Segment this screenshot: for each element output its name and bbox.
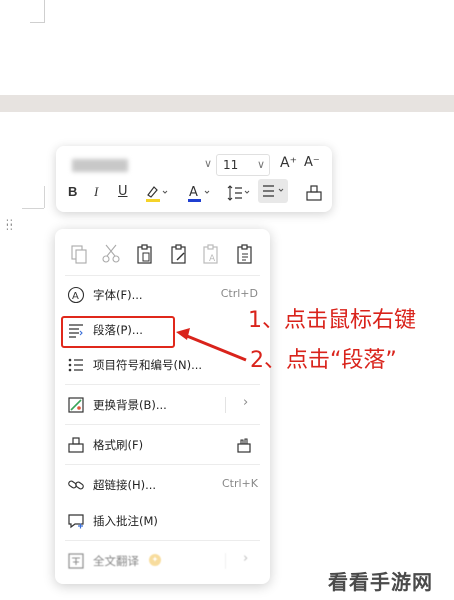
- chevron-right-icon[interactable]: ›: [243, 551, 248, 566]
- cut-icon[interactable]: [101, 243, 121, 265]
- clipboard-row: A: [55, 239, 270, 271]
- menu-item-font[interactable]: A 字体(F)... Ctrl+D: [55, 280, 270, 310]
- annotation-step-1: 1、点击鼠标右键: [248, 308, 416, 333]
- menu-item-label: 插入批注(M): [93, 514, 158, 528]
- svg-text:A: A: [209, 254, 216, 264]
- align-button[interactable]: [258, 179, 288, 203]
- font-size-value: 11: [223, 158, 239, 172]
- italic-button[interactable]: I: [94, 184, 98, 200]
- pointer-arrow-icon: [176, 328, 247, 362]
- menu-separator: [65, 464, 260, 465]
- paste-format-icon[interactable]: A: [201, 243, 221, 265]
- font-icon: A: [67, 286, 85, 304]
- font-name-select[interactable]: ∨: [64, 154, 212, 176]
- font-size-select[interactable]: 11 ∨: [216, 154, 270, 176]
- menu-separator: [65, 384, 260, 385]
- menu-item-shortcut: Ctrl+K: [221, 477, 258, 490]
- menu-item-change-background[interactable]: 更换背景(B)... ›: [55, 390, 270, 420]
- watermark: 看看手游网: [328, 570, 433, 594]
- menu-item-insert-comment[interactable]: 插入批注(M): [55, 506, 270, 536]
- menu-separator: [65, 275, 260, 276]
- paste-icon[interactable]: [135, 243, 155, 265]
- chevron-down-icon: ∨: [257, 158, 266, 171]
- menu-item-format-painter[interactable]: 格式刷(F): [55, 430, 270, 460]
- translate-icon: [67, 552, 85, 570]
- paste-special-icon[interactable]: [235, 243, 255, 265]
- menu-item-full-translate[interactable]: 全文翻译 ✦ ›: [55, 546, 270, 576]
- line-spacing-icon: [227, 185, 250, 201]
- underline-button[interactable]: U: [118, 184, 128, 199]
- svg-text:A: A: [189, 185, 198, 200]
- page-corner-mark: [44, 0, 45, 22]
- margin-mark: [44, 186, 45, 208]
- paste-text-icon[interactable]: [169, 243, 189, 265]
- font-color-button[interactable]: A: [186, 182, 212, 204]
- premium-badge-icon: ✦: [149, 554, 161, 566]
- format-painter-lock-icon[interactable]: [235, 436, 253, 454]
- submenu-divider: [225, 553, 226, 569]
- menu-item-label: 字体(F)...: [93, 288, 143, 302]
- font-name-value: [72, 159, 128, 172]
- highlighter-icon: [146, 186, 168, 202]
- menu-item-label: 更换背景(B)...: [93, 398, 167, 412]
- highlight-box: [61, 316, 175, 348]
- menu-separator: [65, 424, 260, 425]
- background-icon: [67, 396, 85, 414]
- mini-toolbar: ∨ 11 ∨ A⁺ A⁻ B I U A: [56, 146, 332, 212]
- hyperlink-icon: [67, 476, 85, 494]
- shrink-font-button[interactable]: A⁻: [304, 155, 320, 170]
- menu-item-hyperlink[interactable]: 超链接(H)... Ctrl+K: [55, 470, 270, 500]
- annotation-step-2: 2、点击“段落”: [250, 348, 397, 373]
- context-menu: A A 字体(F)... Ctrl+D 段落(P)... 项目符号和编号(N).…: [55, 229, 270, 584]
- bold-button[interactable]: B: [68, 184, 77, 199]
- margin-mark: [22, 208, 44, 209]
- grow-font-button[interactable]: A⁺: [280, 155, 297, 171]
- menu-item-label: 全文翻译: [93, 554, 139, 568]
- highlight-button[interactable]: [144, 182, 170, 204]
- copy-icon[interactable]: [69, 243, 89, 265]
- page-corner-mark: [30, 22, 45, 23]
- format-painter-icon: [67, 436, 85, 454]
- submenu-divider: [225, 397, 226, 413]
- bullet-list-icon: [67, 356, 85, 374]
- format-painter-icon: [306, 185, 322, 201]
- drag-handle-icon[interactable]: ∶∶ ∶∶: [6, 217, 16, 234]
- line-spacing-button[interactable]: [226, 182, 252, 204]
- comment-icon: [67, 512, 85, 530]
- menu-item-shortcut: Ctrl+D: [220, 287, 258, 300]
- chevron-right-icon[interactable]: ›: [243, 395, 248, 410]
- document-page-top: [0, 0, 454, 95]
- page-gap: [0, 95, 454, 112]
- menu-item-label: 格式刷(F): [93, 438, 144, 452]
- align-icon: [263, 185, 284, 197]
- menu-item-label: 超链接(H)...: [93, 478, 157, 492]
- chevron-down-icon: ∨: [204, 157, 213, 170]
- menu-separator: [65, 540, 260, 541]
- svg-text:A: A: [72, 291, 79, 302]
- font-color-icon: A: [188, 185, 210, 202]
- format-painter-button[interactable]: [304, 182, 324, 204]
